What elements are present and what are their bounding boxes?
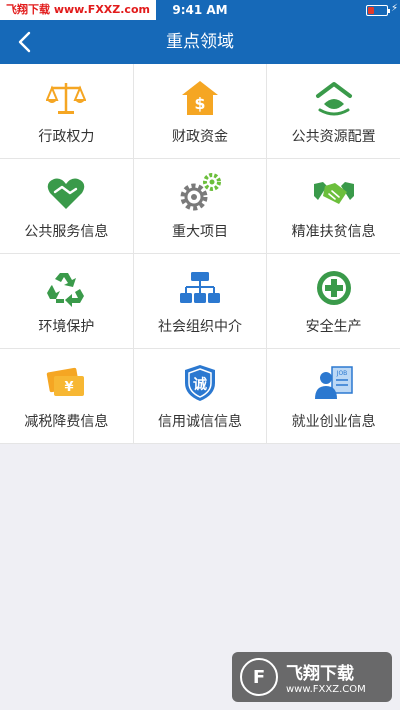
- page-title: 重点领域: [166, 32, 234, 52]
- shield-icon: 诚: [178, 361, 222, 405]
- job-icon: JOB: [312, 361, 356, 405]
- battery-icon: [366, 5, 390, 16]
- watermark-logo-icon: F: [240, 658, 278, 696]
- grid-item-label: 财政资金: [172, 129, 228, 145]
- grid-item-major-projects[interactable]: 重大项目: [134, 159, 268, 253]
- grid-item-label: 社会组织中介: [158, 319, 242, 335]
- handshake-icon: [312, 171, 356, 215]
- svg-text:诚: 诚: [193, 376, 207, 393]
- watermark-name: 飞翔下载: [286, 664, 354, 684]
- grid-item-social-org[interactable]: 社会组织中介: [134, 254, 268, 348]
- navigation-bar: 重点领域: [0, 20, 400, 64]
- grid-row: ¥ 减税降费信息 诚 信用诚信信息 JOB 就业创业信息: [0, 349, 400, 444]
- grid-item-label: 环境保护: [38, 319, 95, 335]
- scale-icon: [44, 76, 88, 120]
- grid-item-credit-integrity[interactable]: 诚 信用诚信信息: [134, 349, 268, 443]
- grid-item-environment[interactable]: 环境保护: [0, 254, 134, 348]
- grid-item-label: 信用诚信信息: [158, 414, 242, 430]
- svg-text:$: $: [194, 94, 205, 113]
- grid-item-label: 公共服务信息: [24, 224, 109, 240]
- grid-item-label: 安全生产: [305, 319, 362, 335]
- watermark: F 飞翔下载 www.FXXZ.COM: [232, 652, 392, 702]
- grid-item-label: 精准扶贫信息: [291, 224, 376, 240]
- grid-item-label: 行政权力: [38, 129, 95, 145]
- grid-item-label: 就业创业信息: [291, 414, 376, 430]
- grid-item-label: 重大项目: [172, 224, 228, 240]
- grid-item-public-service[interactable]: 公共服务信息: [0, 159, 134, 253]
- svg-text:¥: ¥: [65, 380, 74, 395]
- heart-hands-icon: [44, 171, 88, 215]
- recycle-icon: [44, 266, 88, 310]
- grid-item-employment[interactable]: JOB 就业创业信息: [267, 349, 400, 443]
- grid-item-public-resources[interactable]: 公共资源配置: [267, 64, 400, 158]
- grid-item-fiscal-funds[interactable]: $ 财政资金: [134, 64, 268, 158]
- grid-item-tax-reduction[interactable]: ¥ 减税降费信息: [0, 349, 134, 443]
- grid-item-poverty-relief[interactable]: 精准扶贫信息: [267, 159, 400, 253]
- status-bar: 飞翔下载 www.FXXZ.com 9:41 AM ⚡: [0, 0, 400, 20]
- grid-row: 行政权力 $ 财政资金 公共资源配置: [0, 64, 400, 159]
- resource-icon: [312, 76, 356, 120]
- grid-row: 环境保护 社会组织中介 安全生产: [0, 254, 400, 349]
- svg-text:JOB: JOB: [335, 370, 347, 377]
- money-house-icon: $: [178, 76, 222, 120]
- status-time: 9:41 AM: [172, 3, 228, 17]
- grid-row: 公共服务信息 重大项目 精准扶贫信息: [0, 159, 400, 254]
- grid-item-safety[interactable]: 安全生产: [267, 254, 400, 348]
- charging-icon: ⚡: [390, 3, 398, 14]
- watermark-url: www.FXXZ.COM: [286, 684, 366, 695]
- grid-item-label: 减税降费信息: [24, 414, 109, 430]
- grid-item-label: 公共资源配置: [291, 129, 376, 145]
- gears-icon: [178, 171, 222, 215]
- safety-cross-icon: [312, 266, 356, 310]
- grid-item-admin-power[interactable]: 行政权力: [0, 64, 134, 158]
- domain-grid: 行政权力 $ 财政资金 公共资源配置 公共服务信息 重大项目 精准扶贫信息 环境…: [0, 64, 400, 444]
- org-chart-icon: [178, 266, 222, 310]
- tax-cards-icon: ¥: [44, 361, 88, 405]
